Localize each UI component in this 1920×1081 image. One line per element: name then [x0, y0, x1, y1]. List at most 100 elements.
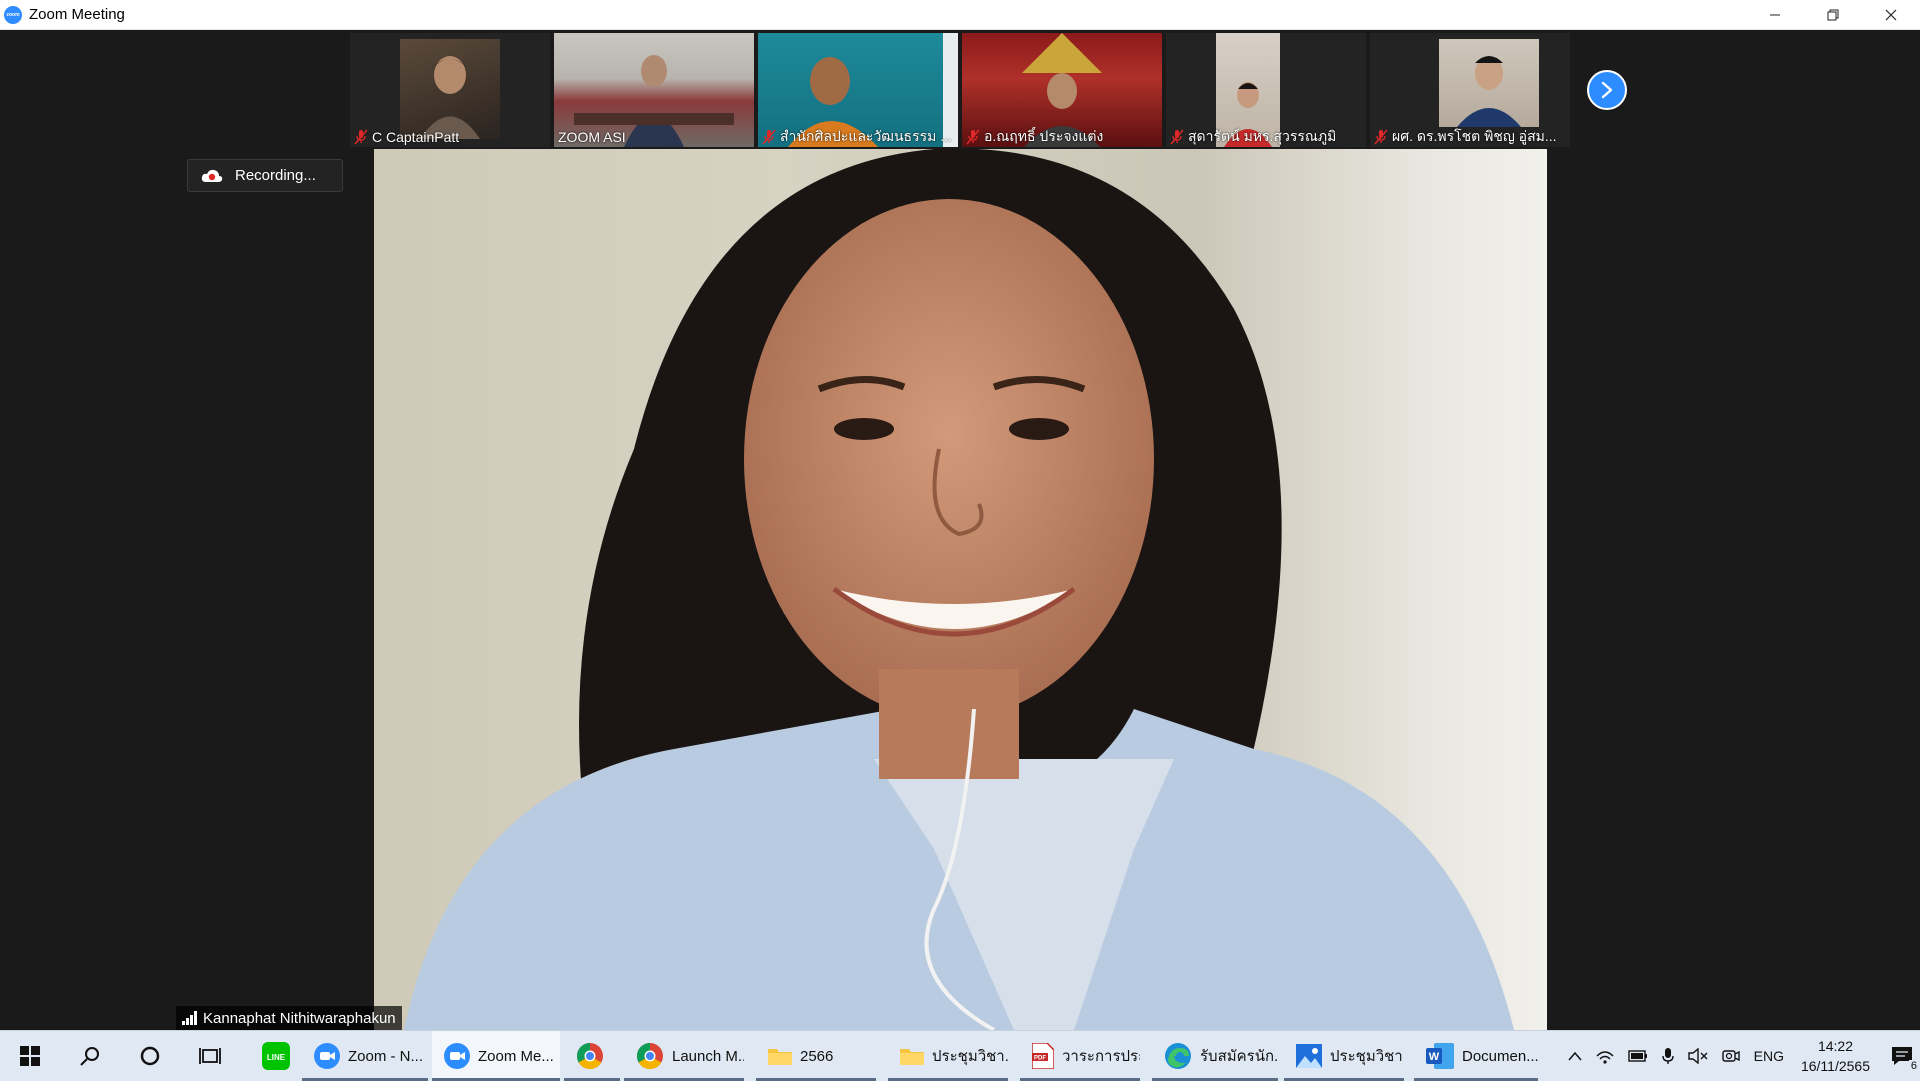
- chevron-up-icon: [1568, 1051, 1582, 1061]
- network-button[interactable]: [1596, 1048, 1614, 1064]
- battery-button[interactable]: [1627, 1050, 1648, 1062]
- speaker-video-frame: [404, 149, 1514, 1030]
- title-bar: zoom Zoom Meeting: [0, 0, 1920, 30]
- microphone-button[interactable]: [1661, 1047, 1674, 1065]
- taskbar-app-chrome-launch[interactable]: Launch M...: [624, 1031, 744, 1081]
- windows-logo-icon: [20, 1046, 40, 1066]
- signal-strength-icon: [182, 1011, 197, 1025]
- volume-muted-icon: [1687, 1048, 1708, 1064]
- folder-icon: [900, 1049, 924, 1065]
- start-button[interactable]: [0, 1031, 60, 1081]
- participant-name-row: ZOOM ASI: [554, 127, 754, 147]
- participant-name: สำนักศิลปะและวัฒนธรรม ...: [780, 128, 952, 144]
- windows-taskbar: LINE Zoom - N... Zoom Me... Launch M... …: [0, 1030, 1920, 1081]
- participant-gallery: C CaptainPatt ZOOM ASI สำนักศิลปะและวัฒน…: [350, 33, 1570, 147]
- participant-name-row: สุดารัตน์ มหร.สุวรรณภูมิ: [1166, 127, 1366, 147]
- taskbar-app-label: Launch M...: [672, 1047, 744, 1065]
- participant-tile[interactable]: สำนักศิลปะและวัฒนธรรม ...: [758, 33, 958, 147]
- muted-mic-icon: [966, 129, 980, 145]
- restore-button[interactable]: [1804, 0, 1862, 29]
- close-icon: [1885, 9, 1897, 20]
- wifi-icon: [1596, 1051, 1614, 1064]
- task-view-button[interactable]: [180, 1031, 240, 1081]
- taskbar-app-pdf[interactable]: PDF วาระการประ...: [1020, 1031, 1140, 1081]
- chrome-icon: [576, 1042, 603, 1070]
- volume-button[interactable]: [1687, 1048, 1708, 1064]
- participant-name-row: สำนักศิลปะและวัฒนธรรม ...: [758, 127, 958, 147]
- line-icon: LINE: [262, 1042, 290, 1070]
- participant-silhouette: [420, 56, 480, 139]
- muted-mic-icon: [762, 129, 776, 145]
- taskbar-app-line[interactable]: LINE: [250, 1031, 300, 1081]
- meet-now-button[interactable]: [1721, 1048, 1740, 1064]
- taskbar-app-label: Zoom Me...: [478, 1047, 554, 1065]
- taskbar-app-folder-2566[interactable]: 2566: [756, 1031, 876, 1081]
- zoom-icon: [314, 1043, 340, 1069]
- cortana-icon: [140, 1046, 160, 1066]
- participant-tile[interactable]: C CaptainPatt: [350, 33, 550, 147]
- restore-icon: [1827, 9, 1839, 20]
- svg-text:LINE: LINE: [267, 1053, 286, 1062]
- battery-icon: [1627, 1050, 1647, 1062]
- window-title: Zoom Meeting: [29, 6, 125, 23]
- search-icon: [80, 1047, 99, 1066]
- edge-icon: [1165, 1043, 1191, 1069]
- taskbar-clock[interactable]: 14:22 16/11/2565: [1801, 1036, 1870, 1076]
- taskbar-app-label: รับสมัครนัก...: [1200, 1048, 1278, 1065]
- taskbar-app-photos[interactable]: ประชุมวิชา...: [1284, 1031, 1404, 1081]
- participant-tile[interactable]: สุดารัตน์ มหร.สุวรรณภูมิ: [1166, 33, 1366, 147]
- taskbar-app-edge[interactable]: รับสมัครนัก...: [1152, 1031, 1278, 1081]
- taskbar-app-folder-meeting[interactable]: ประชุมวิชา...: [888, 1031, 1008, 1081]
- taskbar-app-zoom-home[interactable]: Zoom - N...: [302, 1031, 428, 1081]
- participant-video: [400, 39, 500, 139]
- participant-tile[interactable]: อ.ณฤทธิ์ ประจงแต่ง: [962, 33, 1162, 147]
- svg-text:W: W: [1429, 1051, 1440, 1063]
- recording-indicator[interactable]: Recording...: [187, 159, 343, 192]
- participant-silhouette: [1457, 56, 1521, 127]
- notification-count: 6: [1908, 1060, 1919, 1072]
- zoom-logo-icon: zoom: [4, 5, 22, 24]
- participant-tile[interactable]: ผศ. ดร.พรโชต พิชญ อู่สม...: [1370, 33, 1570, 147]
- participant-video: [1439, 39, 1539, 127]
- search-button[interactable]: [60, 1031, 120, 1081]
- minimize-button[interactable]: [1746, 0, 1804, 29]
- taskbar-app-label: ประชุมวิชา...: [1330, 1048, 1404, 1065]
- active-speaker-label: Kannaphat Nithitwaraphakun: [176, 1006, 402, 1030]
- participant-name: อ.ณฤทธิ์ ประจงแต่ง: [984, 128, 1104, 144]
- close-button[interactable]: [1862, 0, 1920, 29]
- taskbar-app-label: Documen...: [1462, 1047, 1538, 1065]
- gallery-next-button[interactable]: [1587, 70, 1627, 110]
- clock-date: 16/11/2565: [1800, 1058, 1870, 1074]
- show-hidden-icons-button[interactable]: [1568, 1051, 1582, 1061]
- cloud-recording-icon: [201, 169, 223, 182]
- pdf-icon: PDF: [1032, 1043, 1054, 1069]
- word-icon: W: [1426, 1043, 1454, 1069]
- minimize-icon: [1770, 14, 1780, 15]
- participant-name: ผศ. ดร.พรโชต พิชญ อู่สม...: [1392, 128, 1557, 144]
- participant-tile[interactable]: ZOOM ASI: [554, 33, 754, 147]
- cortana-button[interactable]: [120, 1031, 180, 1081]
- chevron-right-icon: [1601, 81, 1613, 99]
- taskbar-app-zoom-meeting[interactable]: Zoom Me...: [432, 1031, 560, 1081]
- active-speaker-video[interactable]: [374, 149, 1547, 1030]
- clock-time: 14:22: [1817, 1038, 1853, 1054]
- taskbar-app-label: Zoom - N...: [348, 1047, 424, 1065]
- zoom-icon: [444, 1043, 470, 1069]
- language-indicator: ENG: [1753, 1048, 1784, 1064]
- participant-name-row: C CaptainPatt: [350, 127, 550, 147]
- participant-name: สุดารัตน์ มหร.สุวรรณภูมิ: [1188, 128, 1337, 144]
- taskbar-app-word[interactable]: W Documen...: [1414, 1031, 1538, 1081]
- participant-name: C CaptainPatt: [372, 129, 460, 145]
- input-language-button[interactable]: ENG: [1754, 1048, 1784, 1064]
- muted-mic-icon: [1374, 129, 1388, 145]
- taskbar-app-label: วาระการประ...: [1062, 1048, 1140, 1065]
- taskbar-app-label: 2566: [800, 1047, 834, 1065]
- speaker-name: Kannaphat Nithitwaraphakun: [203, 1009, 396, 1027]
- muted-mic-icon: [1170, 129, 1184, 145]
- photos-icon: [1296, 1044, 1322, 1068]
- muted-mic-icon: [354, 129, 368, 145]
- folder-icon: [768, 1049, 792, 1065]
- action-center-button[interactable]: 6: [1891, 1046, 1919, 1072]
- recording-label: Recording...: [235, 167, 316, 184]
- taskbar-app-chrome[interactable]: [564, 1031, 620, 1081]
